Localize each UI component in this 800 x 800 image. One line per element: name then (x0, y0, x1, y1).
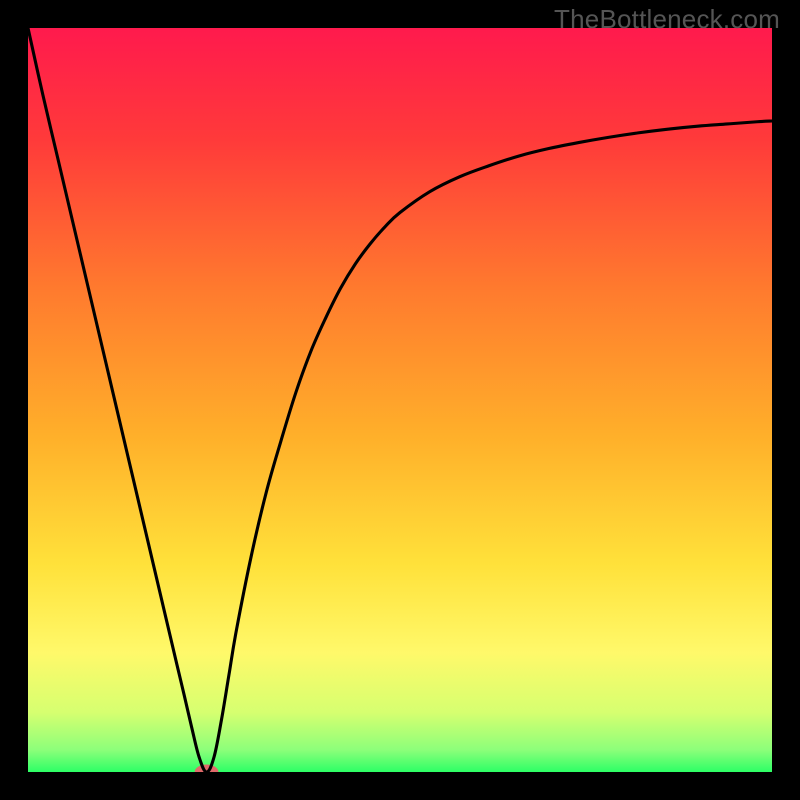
chart-container: TheBottleneck.com (0, 0, 800, 800)
watermark-text: TheBottleneck.com (554, 4, 780, 35)
chart-svg (28, 28, 772, 772)
plot-area (28, 28, 772, 772)
gradient-background (28, 28, 772, 772)
